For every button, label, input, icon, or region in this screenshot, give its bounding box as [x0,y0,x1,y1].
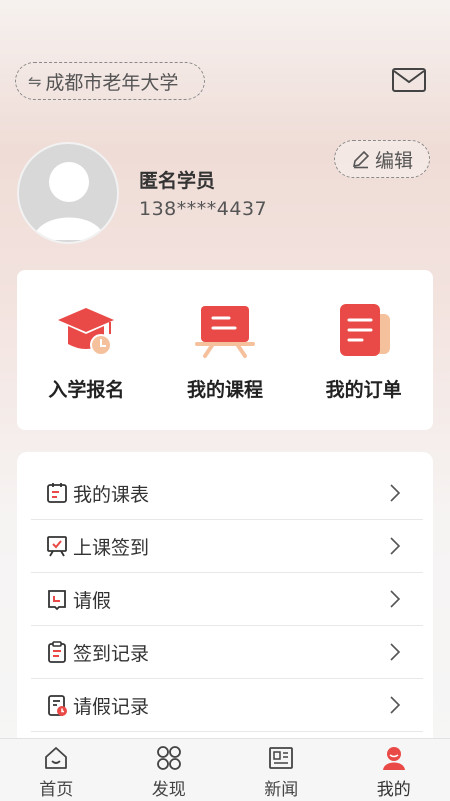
menu-item-checkin-records[interactable]: 签到记录 [31,626,423,679]
user-name: 匿名学员 [139,166,215,193]
chevron-right-icon [389,642,401,662]
menu-list: 我的课表 上课签到 请假 签到记录 [17,452,433,752]
menu-item-schedule[interactable]: 我的课表 [31,467,423,520]
clipboard-icon [45,640,69,664]
swap-icon: ⇋ [28,72,41,91]
checkin-board-icon [45,534,69,558]
quick-action-label: 我的课程 [156,375,295,402]
blackboard-icon [193,298,257,362]
tab-label: 首页 [0,775,113,800]
chevron-right-icon [389,695,401,715]
calendar-icon [45,481,69,505]
avatar[interactable] [17,142,119,244]
news-icon [267,744,295,772]
user-phone: 138****4437 [139,198,267,220]
menu-item-label: 上课签到 [73,533,149,560]
chevron-right-icon [389,483,401,503]
default-avatar-icon [19,144,119,244]
tab-home[interactable]: 首页 [0,739,113,801]
edit-profile-button[interactable]: 编辑 [334,140,430,178]
quick-actions-card: 入学报名 我的课程 我的订单 [17,270,433,430]
menu-item-label: 我的课表 [73,480,149,507]
discover-icon [155,744,183,772]
menu-item-label: 请假 [73,586,111,613]
leave-record-icon [45,693,69,717]
pencil-icon [351,149,371,169]
home-icon [42,744,70,772]
quick-action-enroll[interactable]: 入学报名 [17,270,156,430]
leave-book-icon [45,587,69,611]
mail-icon[interactable] [391,66,427,94]
order-document-icon [332,298,396,362]
quick-action-label: 入学报名 [17,375,156,402]
chevron-right-icon [389,589,401,609]
menu-item-label: 请假记录 [73,692,149,719]
tab-discover[interactable]: 发现 [113,739,226,801]
tab-news[interactable]: 新闻 [225,739,338,801]
tab-label: 我的 [338,775,450,800]
tab-label: 发现 [113,775,226,800]
bottom-tab-bar: 首页 发现 新闻 我的 [0,738,450,801]
chevron-right-icon [389,536,401,556]
school-switcher[interactable]: ⇋ 成都市老年大学 [15,62,205,100]
quick-action-courses[interactable]: 我的课程 [156,270,295,430]
menu-item-checkin[interactable]: 上课签到 [31,520,423,573]
tab-label: 新闻 [225,775,338,800]
tab-profile[interactable]: 我的 [338,739,450,801]
menu-item-leave-records[interactable]: 请假记录 [31,679,423,732]
profile-icon [380,744,408,772]
quick-action-orders[interactable]: 我的订单 [294,270,433,430]
menu-item-leave[interactable]: 请假 [31,573,423,626]
graduation-cap-icon [54,298,118,362]
school-name: 成都市老年大学 [45,68,178,95]
menu-item-label: 签到记录 [73,639,149,666]
edit-label: 编辑 [375,146,413,173]
quick-action-label: 我的订单 [294,375,433,402]
